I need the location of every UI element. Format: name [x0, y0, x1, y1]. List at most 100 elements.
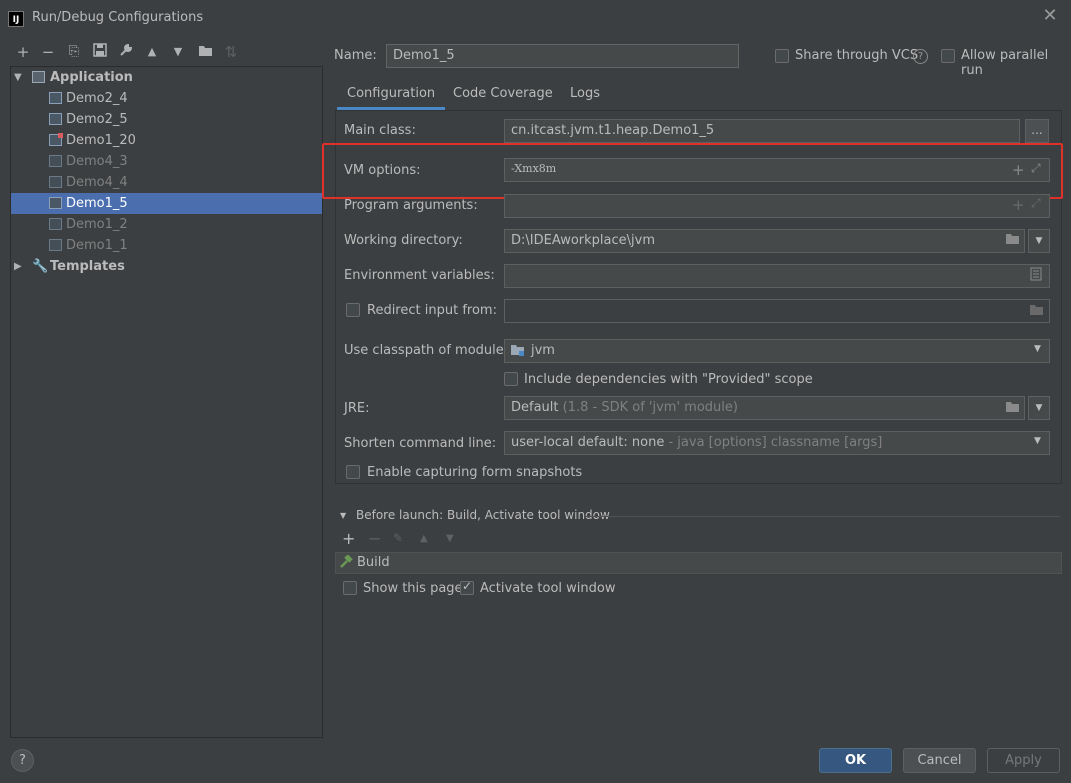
classpath-module-label: Use classpath of module:	[344, 343, 509, 358]
browse-main-class-button[interactable]: ...	[1025, 119, 1049, 143]
folder-icon[interactable]	[1005, 232, 1020, 249]
tree-item-demo1-5[interactable]: Demo1_5	[11, 193, 322, 214]
document-icon[interactable]	[1030, 267, 1042, 285]
name-label: Name:	[334, 48, 377, 63]
tree-item-demo1-20[interactable]: Demo1_20	[11, 130, 322, 151]
move-up-icon[interactable]: ▲	[142, 42, 162, 62]
tab-code-coverage[interactable]: Code Coverage	[453, 84, 553, 110]
divider	[585, 516, 1060, 517]
jre-value: Default	[511, 400, 559, 415]
remove-task-icon: −	[368, 529, 382, 548]
shorten-command-hint: - java [options] classname [args]	[668, 435, 883, 450]
tree-item-demo4-3[interactable]: Demo4_3	[11, 151, 322, 172]
tree-node-templates[interactable]: ▶ 🔧 Templates	[11, 256, 322, 277]
run-config-error-icon	[49, 133, 63, 146]
jre-input[interactable]: Default (1.8 - SDK of 'jvm' module)	[504, 396, 1025, 420]
move-down-icon[interactable]: ▼	[168, 42, 188, 62]
run-config-icon	[49, 197, 62, 209]
tree-item-demo2-5[interactable]: Demo2_5	[11, 109, 322, 130]
environment-variables-input[interactable]	[504, 264, 1050, 288]
main-class-input[interactable]: cn.itcast.jvm.t1.heap.Demo1_5	[504, 119, 1020, 143]
before-launch-title: Before launch: Build, Activate tool wind…	[356, 508, 610, 522]
module-folder-icon	[510, 343, 525, 361]
build-task-label[interactable]: Build	[357, 555, 390, 570]
highlight-box	[322, 143, 1063, 199]
capture-snapshots-checkbox[interactable]	[346, 465, 360, 479]
add-icon[interactable]: +	[13, 42, 33, 62]
environment-variables-label: Environment variables:	[344, 268, 495, 283]
program-arguments-input[interactable]	[504, 194, 1050, 218]
expanded-arrow-icon[interactable]: ▼	[14, 67, 22, 88]
remove-icon[interactable]: −	[38, 42, 58, 62]
edit-task-icon: ✎	[393, 531, 404, 545]
chevron-down-icon[interactable]: ▼	[1034, 344, 1041, 354]
run-config-icon	[49, 92, 62, 104]
ok-button[interactable]: OK	[819, 748, 892, 773]
window-title: Run/Debug Configurations	[32, 10, 204, 25]
expand-icon[interactable]: ⤢	[1031, 196, 1041, 211]
folder-icon[interactable]	[1005, 400, 1020, 417]
jre-label: JRE:	[344, 401, 370, 416]
cancel-button[interactable]: Cancel	[903, 748, 976, 773]
run-config-icon	[49, 218, 62, 230]
collapsed-arrow-icon[interactable]: ▶	[14, 256, 22, 277]
wrench-icon[interactable]	[116, 42, 136, 62]
allow-parallel-checkbox[interactable]	[941, 49, 955, 63]
name-input[interactable]: Demo1_5	[386, 44, 739, 68]
folder-icon[interactable]	[195, 42, 215, 62]
application-icon	[32, 71, 45, 83]
shorten-command-value: user-local default: none	[511, 435, 665, 450]
share-vcs-label: Share through VCS	[795, 48, 919, 63]
run-config-icon	[49, 176, 62, 188]
tree-item-demo4-4[interactable]: Demo4_4	[11, 172, 322, 193]
tree-item-demo2-4[interactable]: Demo2_4	[11, 88, 322, 109]
configurations-tree[interactable]: ▼ Application Demo2_4 Demo2_5 Demo1_20 D…	[10, 66, 323, 738]
sort-icon: ⇅	[224, 43, 238, 61]
working-directory-input[interactable]: D:\IDEAworkplace\jvm	[504, 229, 1025, 253]
share-vcs-checkbox[interactable]	[775, 49, 789, 63]
tree-node-application[interactable]: ▼ Application	[11, 67, 322, 88]
move-down-icon: ▼	[446, 533, 454, 544]
jre-hint: (1.8 - SDK of 'jvm' module)	[562, 400, 738, 415]
tree-item-demo1-1[interactable]: Demo1_1	[11, 235, 322, 256]
hammer-icon	[339, 554, 353, 573]
include-dependencies-label: Include dependencies with "Provided" sco…	[524, 372, 813, 387]
show-page-checkbox[interactable]	[343, 581, 357, 595]
main-class-label: Main class:	[344, 123, 416, 138]
run-config-icon	[49, 155, 62, 167]
activate-tool-window-checkbox[interactable]	[460, 579, 474, 595]
apply-button: Apply	[987, 748, 1060, 773]
help-icon[interactable]: ?	[913, 49, 928, 64]
copy-icon[interactable]: ⎘	[64, 42, 84, 62]
working-directory-label: Working directory:	[344, 233, 463, 248]
run-config-icon	[49, 239, 62, 251]
before-launch-list[interactable]	[335, 552, 1062, 574]
tree-item-demo1-2[interactable]: Demo1_2	[11, 214, 322, 235]
redirect-input-label: Redirect input from:	[367, 303, 497, 318]
add-icon[interactable]: +	[1012, 196, 1025, 214]
move-up-icon: ▲	[420, 533, 428, 544]
tab-configuration[interactable]: Configuration	[337, 84, 446, 110]
folder-icon[interactable]	[1029, 303, 1044, 320]
close-icon[interactable]: ✕	[1040, 6, 1060, 26]
help-button[interactable]: ?	[11, 749, 34, 772]
allow-parallel-label: Allow parallel run	[961, 48, 1049, 78]
redirect-input-field[interactable]	[504, 299, 1050, 323]
include-dependencies-checkbox[interactable]	[504, 372, 518, 386]
tab-logs[interactable]: Logs	[570, 84, 600, 110]
run-config-icon	[49, 113, 62, 125]
shorten-command-label: Shorten command line:	[344, 436, 497, 451]
jre-dropdown[interactable]: ▼	[1028, 396, 1050, 420]
classpath-module-select[interactable]: jvm	[504, 339, 1050, 363]
wrench-icon: 🔧	[32, 259, 49, 274]
chevron-down-icon[interactable]: ▼	[1034, 436, 1041, 446]
save-icon[interactable]	[90, 42, 110, 62]
intellij-logo-icon: IJ	[8, 11, 24, 27]
expanded-arrow-icon[interactable]: ▼	[340, 511, 346, 520]
activate-tool-window-label: Activate tool window	[480, 581, 616, 596]
working-directory-dropdown[interactable]: ▼	[1028, 229, 1050, 253]
add-task-icon[interactable]: +	[342, 529, 355, 548]
program-arguments-label: Program arguments:	[344, 198, 478, 213]
redirect-input-checkbox[interactable]	[346, 303, 360, 317]
shorten-command-select[interactable]: user-local default: none - java [options…	[504, 431, 1050, 455]
